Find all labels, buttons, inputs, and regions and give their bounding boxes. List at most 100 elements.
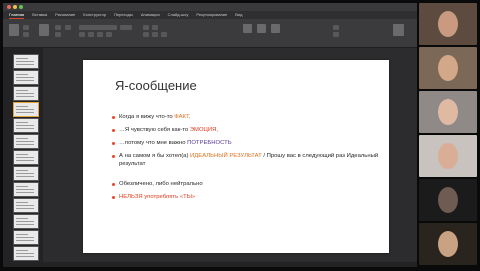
thumbnail-line: [16, 93, 34, 94]
ribbon-tab[interactable]: Рецензирование: [196, 11, 227, 19]
layout-icon[interactable]: [55, 25, 61, 30]
bullet-text: А на самом я бы хотел(а): [119, 153, 191, 159]
bullet-text: Обезличено, либо нейтрально: [119, 181, 203, 187]
thumbnail-line: [16, 237, 34, 238]
thumbnail-line: [16, 74, 28, 75]
slide-thumbnail[interactable]: [13, 214, 39, 229]
section-icon[interactable]: [65, 25, 71, 30]
quick-styles-button[interactable]: [271, 24, 280, 33]
bullet-text: …потому что мне важно: [119, 140, 188, 146]
thumbnail-line: [16, 125, 34, 126]
thumbnail-line: [16, 173, 34, 174]
slide-thumbnail[interactable]: [13, 198, 39, 213]
thumbnail-line: [16, 160, 34, 161]
font-color-icon[interactable]: [106, 32, 112, 37]
shapes-button[interactable]: [243, 24, 252, 33]
thumbnail-line: [16, 189, 34, 190]
italic-icon[interactable]: [88, 32, 94, 37]
participant-face: [438, 143, 458, 169]
thumbnail-line: [16, 250, 28, 251]
close-window-icon[interactable]: [7, 5, 11, 9]
paste-button[interactable]: [9, 24, 19, 36]
slide-thumbnail[interactable]: [13, 54, 39, 69]
bullet-text: ИДЕАЛЬНЫЙ РЕЗУЛЬТАТ: [190, 153, 262, 159]
thumbnail-line: [16, 256, 34, 257]
slide-thumbnail[interactable]: [13, 150, 39, 165]
ribbon-tab[interactable]: Конструктор: [83, 11, 106, 19]
thumbnail-line: [16, 128, 34, 129]
participant-video-tile[interactable]: [419, 91, 477, 133]
ribbon-tab[interactable]: Анимация: [141, 11, 160, 19]
ribbon-tab[interactable]: Рисование: [55, 11, 75, 19]
bullet-dot-icon: [112, 129, 115, 132]
thumbnail-line: [16, 234, 28, 235]
ribbon-tab[interactable]: Вид: [235, 11, 242, 19]
minimize-window-icon[interactable]: [13, 5, 17, 9]
participant-face: [438, 11, 458, 37]
ribbon-tab[interactable]: Переходы: [114, 11, 133, 19]
bullet-list: Когда я вижу что-то ФАКТ, …Я чувствую себ…: [111, 113, 381, 206]
participants-panel: [419, 3, 477, 267]
thumbnail-line: [16, 186, 28, 187]
thumbnail-line: [16, 77, 34, 78]
participant-face: [438, 99, 458, 125]
copy-icon[interactable]: [23, 32, 29, 37]
ribbon-tab[interactable]: Слайд-шоу: [168, 11, 189, 19]
bullet-dot-icon: [112, 155, 115, 158]
thumbnail-line: [16, 80, 34, 81]
bullet-text: ЭМОЦИЯ,: [189, 127, 219, 133]
slide-thumbnail[interactable]: [13, 166, 39, 181]
thumbnail-line: [16, 109, 34, 110]
thumbnail-line: [16, 58, 28, 59]
slide-thumbnail[interactable]: [13, 86, 39, 101]
zoom-window-icon[interactable]: [19, 5, 23, 9]
participant-video-tile[interactable]: [419, 179, 477, 221]
thumbnail-line: [16, 106, 28, 107]
ribbon-tab[interactable]: Главная: [9, 11, 25, 19]
underline-icon[interactable]: [97, 32, 103, 37]
participant-video-tile[interactable]: [419, 135, 477, 177]
slide-thumbnail[interactable]: [13, 118, 39, 133]
align-right-icon[interactable]: [161, 32, 167, 37]
shape-fill-icon[interactable]: [333, 25, 339, 30]
cut-icon[interactable]: [23, 25, 29, 30]
reset-icon[interactable]: [55, 32, 61, 37]
bullet-text: ФАКТ,: [174, 114, 191, 120]
bullets-icon[interactable]: [143, 25, 149, 30]
bullet-item: Обезличено, либо нейтрально: [111, 180, 381, 188]
shape-outline-icon[interactable]: [333, 32, 339, 37]
slide-thumbnail[interactable]: [13, 102, 39, 117]
bullet-item: Когда я вижу что-то ФАКТ,: [111, 113, 381, 121]
participant-face: [438, 187, 458, 213]
participant-video-tile[interactable]: [419, 3, 477, 45]
align-center-icon[interactable]: [152, 32, 158, 37]
slide-thumbnail[interactable]: [13, 230, 39, 245]
bold-icon[interactable]: [79, 32, 85, 37]
thumbnail-line: [16, 157, 34, 158]
ribbon-tab[interactable]: Вставка: [32, 11, 47, 19]
participant-video-tile[interactable]: [419, 47, 477, 89]
bullet-item: А на самом я бы хотел(а) ИДЕАЛЬНЫЙ РЕЗУЛ…: [111, 152, 381, 168]
slide-thumbnail[interactable]: [13, 70, 39, 85]
align-left-icon[interactable]: [143, 32, 149, 37]
slide-thumbnails-panel: [3, 48, 43, 262]
slide-thumbnail[interactable]: [13, 182, 39, 197]
thumbnail-line: [16, 141, 34, 142]
design-ideas-button[interactable]: [393, 24, 404, 36]
font-family-select[interactable]: [79, 25, 117, 30]
slide-thumbnail[interactable]: [13, 134, 39, 149]
thumbnail-line: [16, 176, 34, 177]
thumbnail-line: [16, 90, 28, 91]
font-size-select[interactable]: [120, 25, 132, 30]
thumbnail-line: [16, 205, 34, 206]
new-slide-button[interactable]: [39, 24, 49, 36]
slide-thumbnail[interactable]: [13, 246, 39, 261]
thumbnail-line: [16, 240, 34, 241]
thumbnail-line: [16, 192, 34, 193]
arrange-button[interactable]: [257, 24, 266, 33]
numbering-icon[interactable]: [152, 25, 158, 30]
bullet-item: НЕЛЬЗЯ употреблять «ТЫ»: [111, 193, 381, 201]
participant-face: [438, 55, 458, 81]
participant-video-tile[interactable]: [419, 223, 477, 265]
thumbnail-line: [16, 144, 34, 145]
